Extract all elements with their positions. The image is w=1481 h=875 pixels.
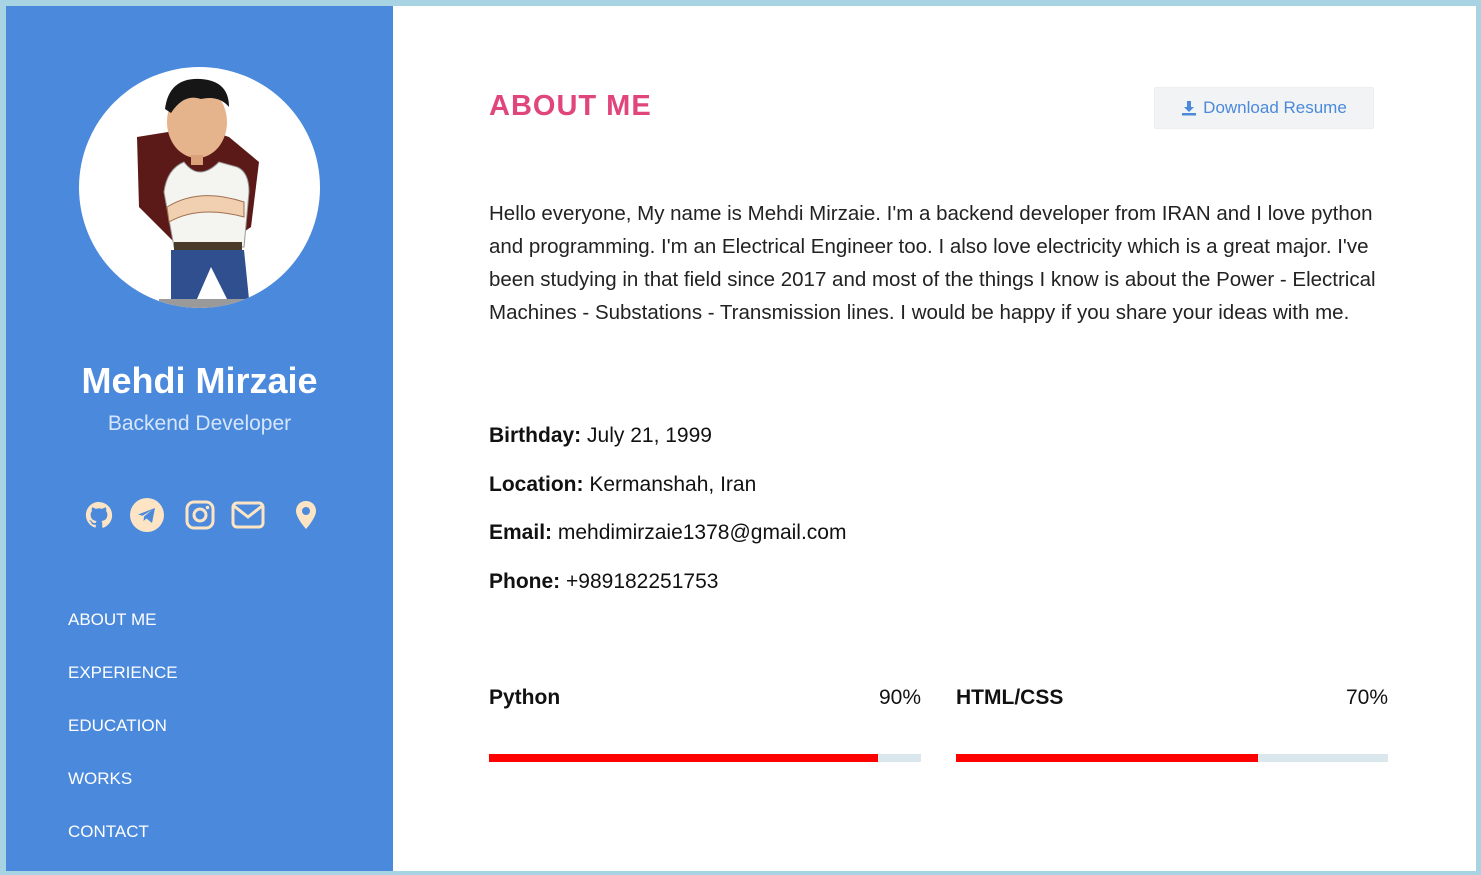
section-title: ABOUT ME: [489, 90, 652, 122]
skill-percent: 70%: [1345, 686, 1388, 709]
skill-name: Python: [489, 686, 561, 709]
github-icon[interactable]: [84, 497, 114, 533]
about-paragraph: Hello everyone, My name is Mehdi Mirzaie…: [489, 202, 1376, 324]
avatar: [79, 67, 320, 308]
info-value: +989182251753: [566, 569, 719, 593]
nav-item-education[interactable]: EDUCATION: [68, 716, 178, 769]
info-email: Email: mehdimirzaie1378@gmail.com: [489, 521, 846, 570]
profile-name: Mehdi Mirzaie: [81, 360, 318, 401]
skill-bar-track: [489, 754, 921, 762]
info-phone: Phone: +989182251753: [489, 570, 846, 619]
info-birthday: Birthday: July 21, 1999: [489, 424, 846, 473]
personal-info: Birthday: July 21, 1999 Location: Kerman…: [489, 424, 846, 618]
download-resume-label: Download Resume: [1203, 98, 1347, 117]
location-pin-icon[interactable]: [295, 497, 317, 533]
skill-html-css: HTML/CSS 70%: [956, 686, 1388, 762]
sidebar: Mehdi Mirzaie Backend Developer ABOUT ME…: [6, 6, 393, 871]
nav-item-experience[interactable]: EXPERIENCE: [68, 663, 178, 716]
instagram-icon[interactable]: [185, 497, 215, 533]
download-resume-button[interactable]: Download Resume: [1154, 87, 1374, 129]
nav-item-contact[interactable]: CONTACT: [68, 822, 178, 871]
profile-role: Backend Developer: [107, 412, 292, 435]
skill-percent: 90%: [878, 686, 921, 709]
info-label: Phone:: [489, 569, 561, 593]
info-label: Email:: [489, 521, 553, 544]
info-value: Kermanshah, Iran: [589, 472, 757, 496]
nav-item-works[interactable]: WORKS: [68, 769, 178, 822]
info-label: Birthday:: [489, 424, 582, 447]
mail-icon[interactable]: [231, 497, 265, 533]
skill-bar-fill: [956, 754, 1259, 762]
info-value: mehdimirzaie1378@gmail.com: [557, 521, 847, 544]
page-frame: Mehdi Mirzaie Backend Developer ABOUT ME…: [6, 6, 1476, 871]
info-location: Location: Kermanshah, Iran: [489, 473, 846, 522]
skill-name: HTML/CSS: [956, 686, 1064, 709]
info-label: Location:: [489, 472, 584, 496]
telegram-icon[interactable]: [129, 497, 165, 533]
skill-python: Python 90%: [489, 686, 921, 762]
main-content: ABOUT ME Download Resume Hello everyone,…: [393, 6, 1476, 871]
nav-item-about-me[interactable]: ABOUT ME: [68, 610, 178, 663]
avatar-illustration: [137, 78, 259, 308]
info-value: July 21, 1999: [587, 424, 712, 447]
skill-bar-track: [956, 754, 1388, 762]
skill-bar-fill: [489, 754, 878, 762]
sidebar-nav: ABOUT ME EXPERIENCE EDUCATION WORKS CONT…: [68, 610, 178, 871]
download-icon: [1182, 101, 1197, 116]
